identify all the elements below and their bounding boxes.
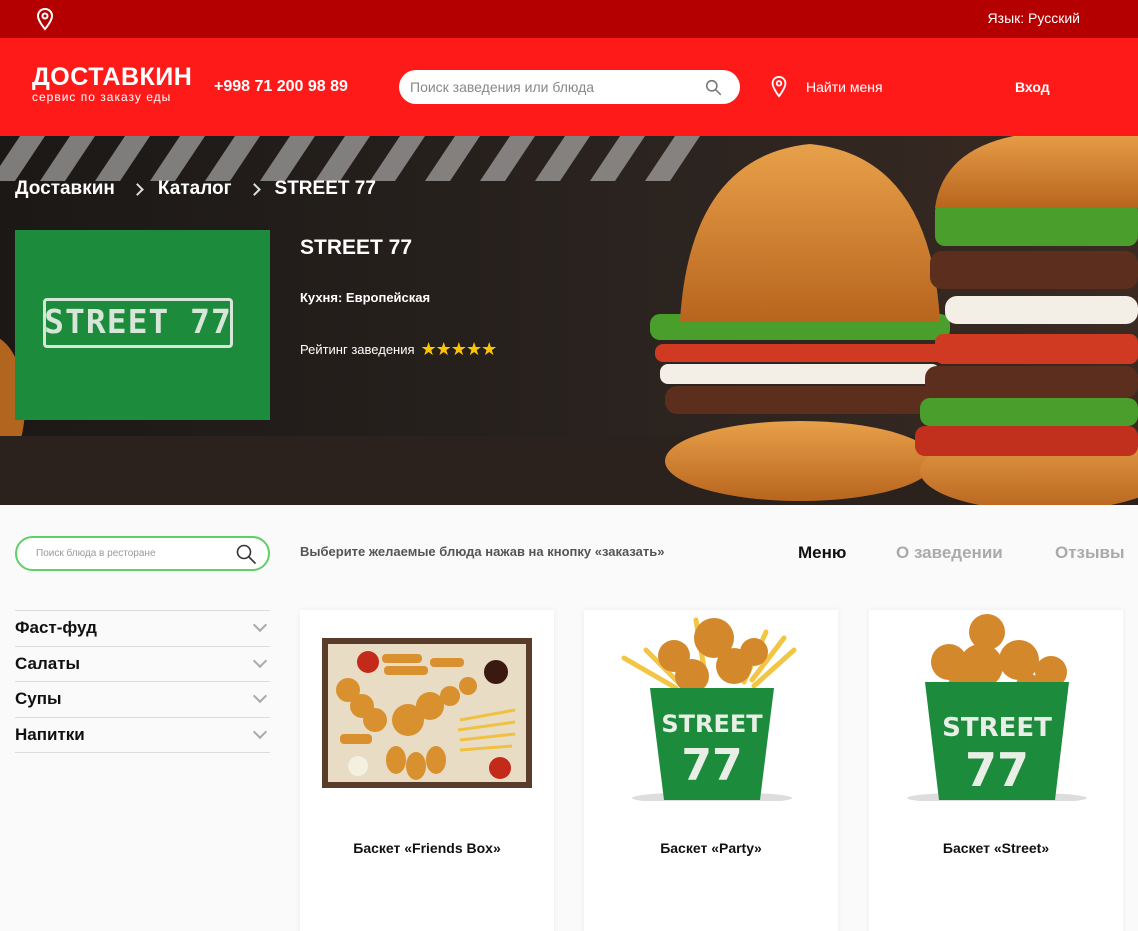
find-me-label: Найти меня xyxy=(806,79,883,95)
restaurant-cuisine: Кухня: Европейская xyxy=(300,290,431,305)
site-search xyxy=(399,70,740,104)
top-bar: Язык: Русский xyxy=(0,0,1138,38)
restaurant-rating: Рейтинг заведения ★★★★★ xyxy=(300,339,498,360)
category-fast-food[interactable]: Фаст-фуд xyxy=(15,611,270,647)
category-label: Фаст-фуд xyxy=(15,618,97,638)
dish-search-input[interactable] xyxy=(36,538,236,569)
category-list: Фаст-фуд Салаты Супы Напитки xyxy=(15,610,270,753)
category-label: Супы xyxy=(15,689,62,709)
search-icon[interactable] xyxy=(236,544,256,564)
order-hint: Выберите желаемые блюда нажав на кнопку … xyxy=(300,544,665,559)
restaurant-hero: Доставкин Каталог STREET 77 STREET 77 ST… xyxy=(0,136,1138,505)
category-label: Напитки xyxy=(15,724,85,744)
star-rating-icon: ★★★★★ xyxy=(420,339,498,359)
restaurant-logo: STREET 77 xyxy=(15,230,270,420)
breadcrumb-home[interactable]: Доставкин xyxy=(15,178,115,200)
product-image: STREET 77 xyxy=(869,610,1123,801)
logo-name: ДОСТАВКИН xyxy=(32,63,193,91)
phone-number[interactable]: +998 71 200 98 89 xyxy=(214,78,348,96)
restaurant-name: STREET 77 xyxy=(300,236,413,259)
svg-text:77: 77 xyxy=(681,740,742,791)
tab-menu[interactable]: Меню xyxy=(798,543,846,563)
category-drinks[interactable]: Напитки xyxy=(15,718,270,753)
header: ДОСТАВКИН сервис по заказу еды +998 71 2… xyxy=(0,38,1138,136)
site-search-input[interactable] xyxy=(410,70,700,104)
breadcrumb-catalog[interactable]: Каталог xyxy=(158,178,232,200)
product-image: STREET 77 xyxy=(584,610,838,801)
login-button[interactable]: Вход xyxy=(1015,79,1050,95)
category-soups[interactable]: Супы xyxy=(15,682,270,718)
dish-search xyxy=(15,536,270,571)
svg-text:77: 77 xyxy=(965,743,1029,797)
language-selector[interactable]: Язык: Русский xyxy=(988,10,1080,26)
chevron-down-icon xyxy=(252,618,268,633)
chevron-down-icon xyxy=(252,689,268,704)
svg-text:STREET: STREET xyxy=(942,713,1052,743)
category-label: Салаты xyxy=(15,653,81,673)
chevron-right-icon xyxy=(247,182,261,196)
logo[interactable]: ДОСТАВКИН сервис по заказу еды xyxy=(32,64,192,104)
breadcrumb: Доставкин Каталог STREET 77 xyxy=(15,178,376,200)
product-card[interactable]: Баскет «Friends Box» xyxy=(300,610,554,931)
product-card[interactable]: STREET 77 Баскет «Street» xyxy=(869,610,1123,931)
breadcrumb-current: STREET 77 xyxy=(274,178,376,199)
restaurant-logo-text: STREET 77 xyxy=(44,302,232,341)
chevron-down-icon xyxy=(252,653,268,668)
tab-reviews[interactable]: Отзывы xyxy=(1055,543,1125,563)
map-pin-icon[interactable] xyxy=(33,7,57,31)
product-card[interactable]: STREET 77 Баскет «Party» xyxy=(584,610,838,931)
product-image xyxy=(300,610,554,801)
find-me-button[interactable]: Найти меня xyxy=(768,74,883,100)
logo-tagline: сервис по заказу еды xyxy=(32,90,172,104)
chevron-right-icon xyxy=(131,182,144,196)
chevron-down-icon xyxy=(252,724,268,739)
product-title: Баскет «Street» xyxy=(942,840,1050,856)
product-title: Баскет «Friends Box» xyxy=(353,840,501,856)
search-icon[interactable] xyxy=(705,79,722,96)
svg-text:STREET: STREET xyxy=(661,710,763,738)
category-salads[interactable]: Салаты xyxy=(15,647,270,682)
rating-label: Рейтинг заведения xyxy=(300,342,415,357)
tab-about[interactable]: О заведении xyxy=(896,543,1003,563)
product-title: Баскет «Party» xyxy=(660,840,762,856)
map-pin-icon xyxy=(771,75,787,98)
